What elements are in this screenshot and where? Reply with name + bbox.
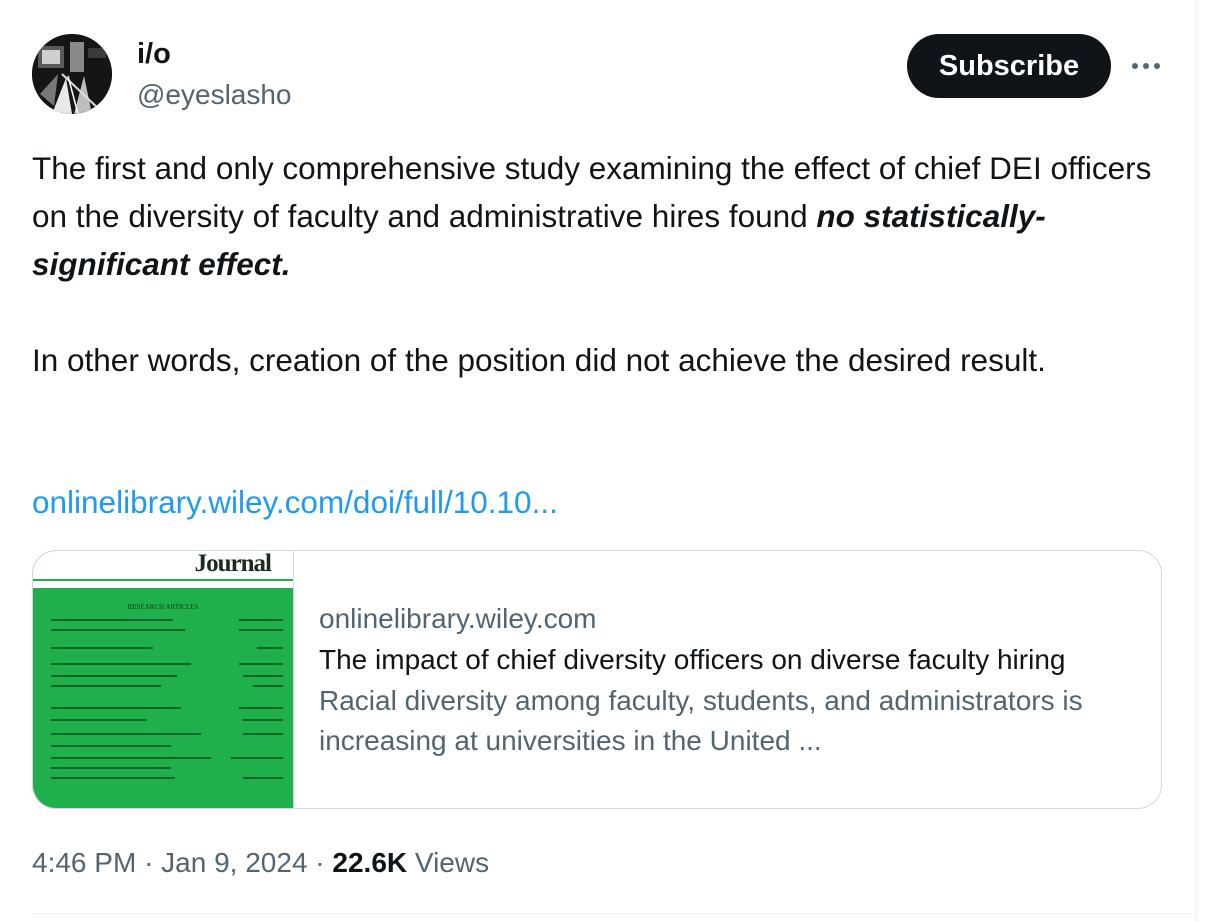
more-horizontal-icon <box>1132 63 1160 69</box>
thumbnail-line <box>51 663 283 669</box>
tweet-time[interactable]: 4:46 PM <box>32 847 136 878</box>
avatar-image <box>32 34 112 114</box>
tweet-paragraph-2: In other words, creation of the position… <box>32 342 1046 378</box>
views-count: 22.6K <box>332 847 408 878</box>
right-divider <box>1196 0 1197 922</box>
thumbnail-line <box>51 675 283 681</box>
thumbnail-line <box>51 647 283 653</box>
card-text: onlinelibrary.wiley.com The impact of ch… <box>319 599 1147 761</box>
tweet-link[interactable]: onlinelibrary.wiley.com/doi/full/10.10..… <box>32 478 558 526</box>
tweet-paragraph-1: The first and only comprehensive study e… <box>32 144 1182 288</box>
thumbnail-heading: RESEARCH ARTICLES <box>127 603 199 611</box>
subscribe-button[interactable]: Subscribe <box>907 34 1111 98</box>
card-domain: onlinelibrary.wiley.com <box>319 603 597 634</box>
meta-separator: · <box>144 847 154 878</box>
thumbnail-journal-title: Journal <box>194 550 272 577</box>
author-handle[interactable]: @eyeslasho <box>137 78 292 112</box>
avatar[interactable] <box>32 34 112 114</box>
views-label: Views <box>414 847 490 878</box>
card-thumbnail: Journal RESEARCH ARTICLES <box>33 550 294 808</box>
thumbnail-line <box>51 685 283 691</box>
card-title: The impact of chief diversity officers o… <box>319 644 1066 675</box>
thumbnail-line <box>51 707 283 713</box>
author-name[interactable]: i/o <box>137 36 171 72</box>
thumbnail-line <box>51 777 283 783</box>
link-preview-card[interactable]: Journal RESEARCH ARTICLES onlinelibrary.… <box>32 550 1162 809</box>
thumbnail-line <box>51 733 283 739</box>
meta-separator: · <box>315 847 325 878</box>
tweet-date[interactable]: Jan 9, 2024 <box>161 847 307 878</box>
thumbnail-line <box>51 719 283 725</box>
card-description: Racial diversity among faculty, students… <box>319 685 1083 756</box>
tweet-meta: 4:46 PM · Jan 9, 2024 · 22.6K Views <box>32 843 489 883</box>
thumbnail-line <box>51 619 283 625</box>
tweet-text: The first and only comprehensive study e… <box>32 144 1182 384</box>
thumbnail-line <box>51 767 283 773</box>
thumbnail-line <box>51 757 283 763</box>
thumbnail-line <box>51 745 283 751</box>
thumbnail-line <box>51 629 283 635</box>
more-icon[interactable] <box>1128 52 1164 80</box>
bottom-divider <box>32 913 1196 914</box>
